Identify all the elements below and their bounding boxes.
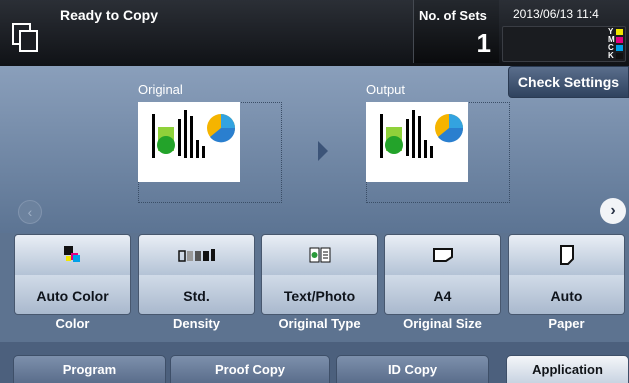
- number-of-sets[interactable]: No. of Sets 1: [413, 0, 499, 63]
- original-type-key[interactable]: Text/Photo: [261, 234, 378, 315]
- tab-application[interactable]: Application: [506, 355, 629, 383]
- scroll-right-button[interactable]: ›: [600, 198, 626, 224]
- original-label: Original: [138, 82, 183, 97]
- paper-portrait-icon: [509, 235, 624, 275]
- check-settings-button[interactable]: Check Settings: [508, 66, 629, 98]
- tab-program[interactable]: Program: [13, 355, 166, 383]
- toner-row-k: K: [608, 52, 623, 60]
- density-value: Std.: [139, 275, 254, 314]
- scroll-left-button[interactable]: ‹: [18, 200, 42, 224]
- sets-label: No. of Sets: [419, 8, 487, 23]
- density-icon: [139, 235, 254, 275]
- arrow-right-icon: [318, 141, 328, 161]
- original-type-caption: Original Type: [278, 316, 361, 331]
- datetime-area: 2013/06/13 11:4 Y M C K: [500, 0, 629, 63]
- original-size-key[interactable]: A4: [384, 234, 501, 315]
- toner-indicator: Y M C K: [502, 26, 626, 62]
- original-size-value: A4: [385, 275, 500, 314]
- text-photo-icon: [262, 235, 377, 275]
- color-caption: Color: [55, 316, 90, 331]
- sets-value: 1: [476, 28, 491, 58]
- copy-icon: [12, 23, 38, 52]
- paper-key[interactable]: Auto: [508, 234, 625, 315]
- original-size-caption: Original Size: [403, 316, 482, 331]
- status-text: Ready to Copy: [60, 7, 159, 23]
- density-caption: Density: [173, 316, 220, 331]
- original-preview-image: [138, 102, 240, 182]
- output-label: Output: [366, 82, 406, 97]
- datetime: 2013/06/13 11:4: [513, 7, 599, 21]
- density-key[interactable]: Std.: [138, 234, 255, 315]
- paper-landscape-icon: [385, 235, 500, 275]
- color-key[interactable]: Auto Color: [14, 234, 131, 315]
- color-value: Auto Color: [15, 275, 130, 314]
- color-icon: [15, 235, 130, 275]
- original-type-value: Text/Photo: [262, 275, 377, 314]
- paper-caption: Paper: [548, 316, 585, 331]
- output-preview-image: [366, 102, 468, 182]
- tab-id-copy[interactable]: ID Copy: [336, 355, 489, 383]
- tab-proof-copy[interactable]: Proof Copy: [170, 355, 330, 383]
- paper-value: Auto: [509, 275, 624, 314]
